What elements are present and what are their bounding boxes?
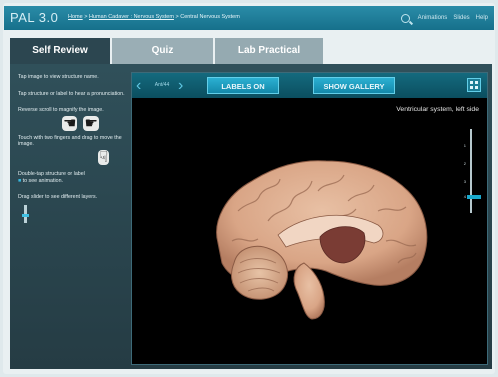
zoom-gesture: ☚ ☛: [62, 114, 130, 132]
top-actions: Animations Slides Help: [400, 11, 488, 25]
labels-on-button[interactable]: LABELS ON: [207, 77, 279, 94]
breadcrumb-home[interactable]: Home: [68, 14, 83, 20]
top-bar: PAL 3.0 Home > Human Cadaver : Nervous S…: [4, 6, 494, 30]
instructions-panel: Tap image to view structure name. Tap st…: [18, 74, 130, 223]
layer-tick: 2: [463, 161, 466, 166]
tab-lab-practical[interactable]: Lab Practical: [215, 38, 323, 64]
image-viewer[interactable]: ‹ Ant/44 › LABELS ON SHOW GALLERY Ventri…: [131, 72, 488, 365]
previous-view-arrow-icon[interactable]: ‹: [136, 78, 146, 94]
layer-tick: 4: [463, 194, 466, 199]
tab-quiz[interactable]: Quiz: [112, 38, 213, 64]
breadcrumb: Home > Human Cadaver : Nervous System > …: [68, 14, 240, 20]
brain-specimen-image[interactable]: [208, 151, 438, 321]
search-icon[interactable]: [400, 13, 410, 23]
fullscreen-icon[interactable]: [467, 78, 481, 92]
instruction-slider: Drag slider to see different layers.: [18, 194, 98, 201]
next-view-arrow-icon[interactable]: ›: [178, 78, 188, 94]
tab-self-review[interactable]: Self Review: [10, 38, 110, 64]
main-panel: Tap image to view structure name. Tap st…: [10, 64, 492, 369]
hand-pointer-icon: ☛: [83, 114, 99, 132]
slider-legend-icon: [22, 204, 29, 223]
show-gallery-button[interactable]: SHOW GALLERY: [313, 77, 395, 94]
two-finger-hand-icon: ☟: [98, 148, 110, 166]
mode-tabs: Self Review Quiz Lab Practical: [10, 38, 323, 64]
app-logo[interactable]: PAL 3.0: [10, 10, 58, 25]
layer-slider-track[interactable]: [470, 129, 472, 213]
view-caption: Ventricular system, left side: [396, 106, 479, 113]
breadcrumb-section[interactable]: Human Cadaver : Nervous System: [89, 14, 174, 20]
layer-slider[interactable]: 1 2 3 4: [463, 129, 481, 213]
instruction-tap-view: Tap image to view structure name.: [18, 74, 99, 80]
breadcrumb-current: Central Nervous System: [180, 14, 240, 20]
double-tap-hint-text: to see animation.: [22, 177, 64, 184]
slides-link[interactable]: Slides: [453, 15, 469, 21]
help-link[interactable]: Help: [476, 15, 488, 21]
layer-slider-thumb[interactable]: [467, 195, 481, 199]
instruction-double-tap: Double-tap structure or label: [18, 170, 85, 177]
layer-tick: 1: [463, 143, 466, 148]
animations-link[interactable]: Animations: [418, 15, 448, 21]
viewer-toolbar: ‹ Ant/44 › LABELS ON SHOW GALLERY: [132, 73, 487, 98]
layer-tick: 3: [463, 179, 466, 184]
instruction-zoom: Reverse scroll to magnify the image.: [18, 107, 104, 114]
hand-pointer-icon: ☚: [62, 114, 78, 132]
instruction-double-tap-hint: ■ to see animation.: [18, 178, 130, 185]
instruction-tap-label: Tap structure or label to hear a pronunc…: [18, 90, 125, 97]
instruction-drag: Touch with two fingers and drag to move …: [18, 134, 122, 148]
view-label: Ant/44: [154, 82, 170, 88]
drag-gesture: ☟: [98, 148, 130, 166]
